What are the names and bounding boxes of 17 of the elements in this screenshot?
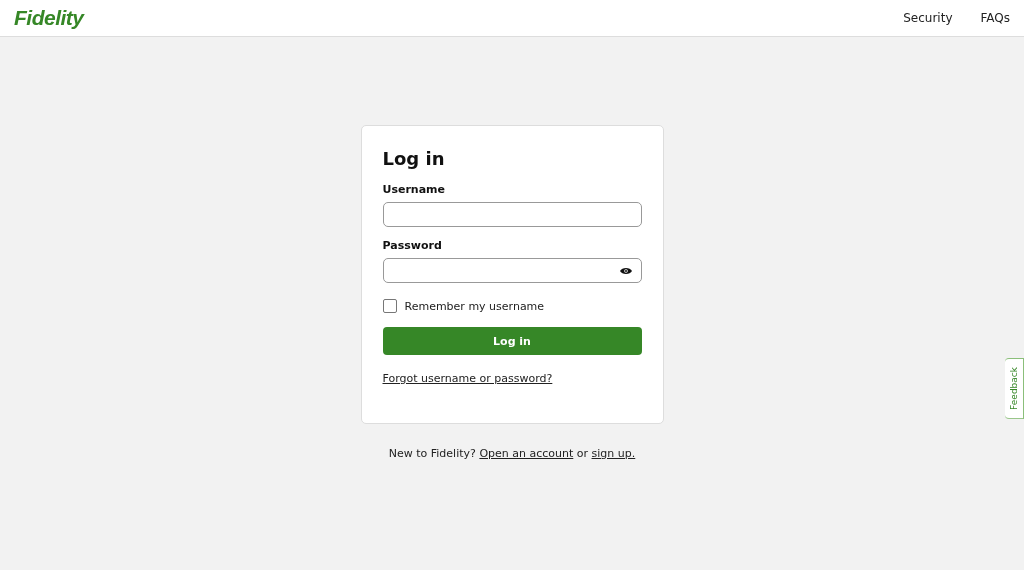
checkbox[interactable] — [382, 299, 397, 313]
feedback-tab[interactable]: Feedback — [1005, 358, 1024, 419]
login-button[interactable]: Log in — [382, 327, 642, 355]
password-field[interactable] — [382, 258, 642, 283]
logo[interactable]: Fidelity — [14, 6, 84, 30]
nav-link[interactable]: FAQs — [980, 11, 1010, 25]
username-field[interactable] — [382, 202, 642, 227]
signup-text: New to Fidelity? Open an account or sign up. — [388, 447, 636, 460]
sign-up-link[interactable]: sign up. — [591, 447, 636, 460]
forgot-link[interactable]: Forgot username or password? — [382, 372, 553, 385]
checkbox-label[interactable]: Remember my username — [404, 299, 545, 313]
open-account-link[interactable]: Open an account — [479, 447, 574, 460]
field-label: Password — [382, 239, 443, 252]
nav-link[interactable]: Security — [903, 11, 953, 25]
login-title: Log in — [382, 148, 446, 169]
eye-icon[interactable] — [619, 266, 632, 275]
field-label: Username — [382, 183, 447, 196]
